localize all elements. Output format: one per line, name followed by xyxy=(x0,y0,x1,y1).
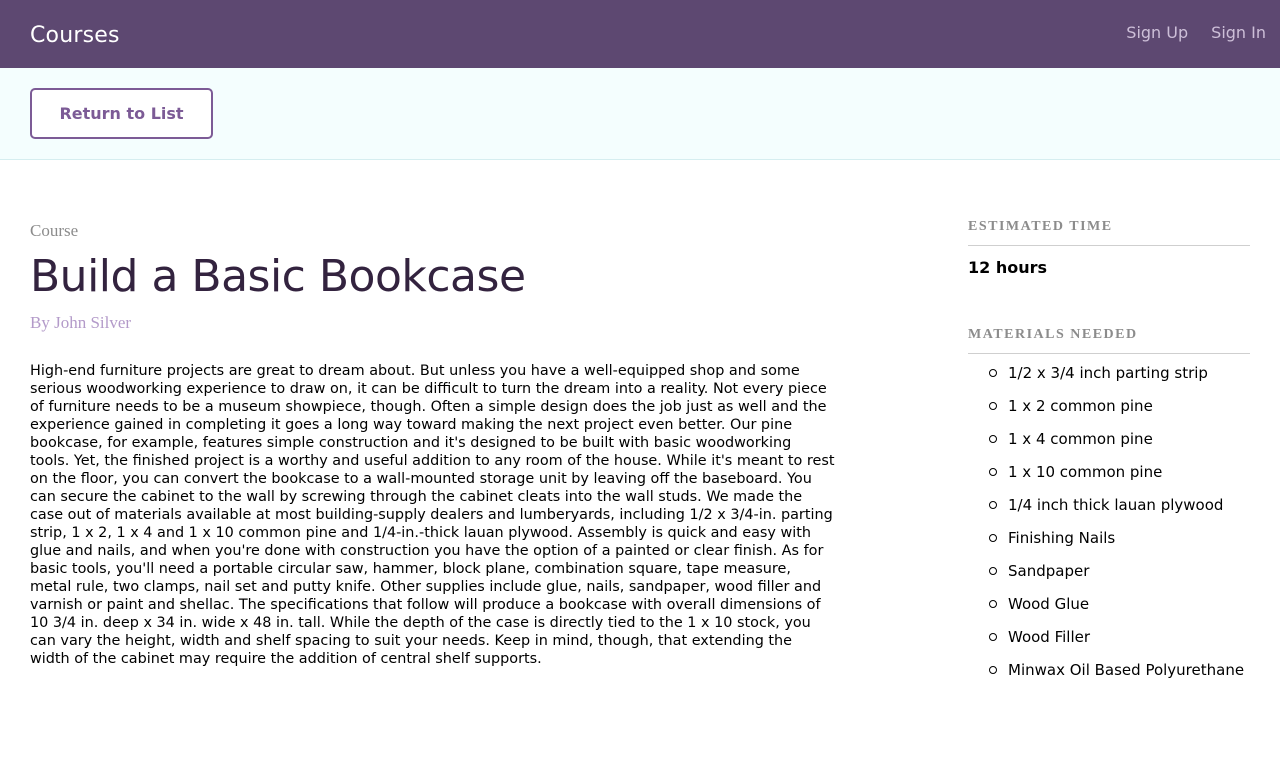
material-item: 1/2 x 3/4 inch parting strip xyxy=(968,363,1250,396)
material-item: 1 x 10 common pine xyxy=(968,462,1250,495)
course-author: By John Silver xyxy=(30,313,132,332)
circle-bullet-icon xyxy=(989,501,997,509)
material-label: Sandpaper xyxy=(1008,562,1090,580)
circle-bullet-icon xyxy=(989,402,997,410)
course-detail: Course Build a Basic Bookcase By John Si… xyxy=(0,160,1280,768)
material-label: Wood Filler xyxy=(1008,628,1091,646)
circle-bullet-icon xyxy=(989,600,997,608)
circle-bullet-icon xyxy=(989,468,997,476)
estimated-time-section: Estimated Time 12 hours xyxy=(968,219,1250,277)
sign-in-link[interactable]: Sign In xyxy=(1211,23,1266,42)
material-item: Finishing Nails xyxy=(968,528,1250,561)
material-label: 1 x 4 common pine xyxy=(1008,430,1153,448)
estimated-time-value: 12 hours xyxy=(968,258,1048,277)
auth-nav: Sign Up Sign In xyxy=(1103,0,1280,68)
course-main: Course Build a Basic Bookcase By John Si… xyxy=(30,220,835,668)
circle-bullet-icon xyxy=(989,369,997,377)
circle-bullet-icon xyxy=(989,435,997,443)
material-item: Wood Filler xyxy=(968,627,1250,660)
estimated-time-heading: Estimated Time xyxy=(968,219,1250,246)
materials-list: 1/2 x 3/4 inch parting strip 1 x 2 commo… xyxy=(968,363,1250,693)
course-sidebar: Estimated Time 12 hours Materials Needed… xyxy=(968,219,1250,693)
material-item: Sandpaper xyxy=(968,561,1250,594)
materials-heading: Materials Needed xyxy=(968,327,1250,354)
material-label: Finishing Nails xyxy=(1008,529,1116,547)
material-label: Minwax Oil Based Polyurethane xyxy=(1008,661,1245,679)
material-label: Wood Glue xyxy=(1008,595,1090,613)
circle-bullet-icon xyxy=(989,534,997,542)
course-description: High-end furniture projects are great to… xyxy=(30,363,835,667)
return-to-list-button[interactable]: Return to List xyxy=(30,88,213,139)
brand-title[interactable]: Courses xyxy=(30,23,120,48)
material-item: 1/4 inch thick lauan plywood xyxy=(968,495,1250,528)
material-item: 1 x 2 common pine xyxy=(968,396,1250,429)
material-item: Minwax Oil Based Polyurethane xyxy=(968,660,1250,693)
actions-bar: Return to List xyxy=(0,68,1280,160)
course-title: Build a Basic Bookcase xyxy=(30,251,526,302)
sign-up-link[interactable]: Sign Up xyxy=(1126,23,1188,42)
material-label: 1/4 inch thick lauan plywood xyxy=(1008,496,1224,514)
material-item: Wood Glue xyxy=(968,594,1250,627)
material-label: 1 x 10 common pine xyxy=(1008,463,1163,481)
circle-bullet-icon xyxy=(989,633,997,641)
top-header: Courses Sign Up Sign In xyxy=(0,0,1280,68)
course-label: Course xyxy=(30,221,79,240)
circle-bullet-icon xyxy=(989,567,997,575)
material-item: 1 x 4 common pine xyxy=(968,429,1250,462)
material-label: 1/2 x 3/4 inch parting strip xyxy=(1008,364,1208,382)
materials-section: Materials Needed 1/2 x 3/4 inch parting … xyxy=(968,327,1250,693)
circle-bullet-icon xyxy=(989,666,997,674)
material-label: 1 x 2 common pine xyxy=(1008,397,1153,415)
